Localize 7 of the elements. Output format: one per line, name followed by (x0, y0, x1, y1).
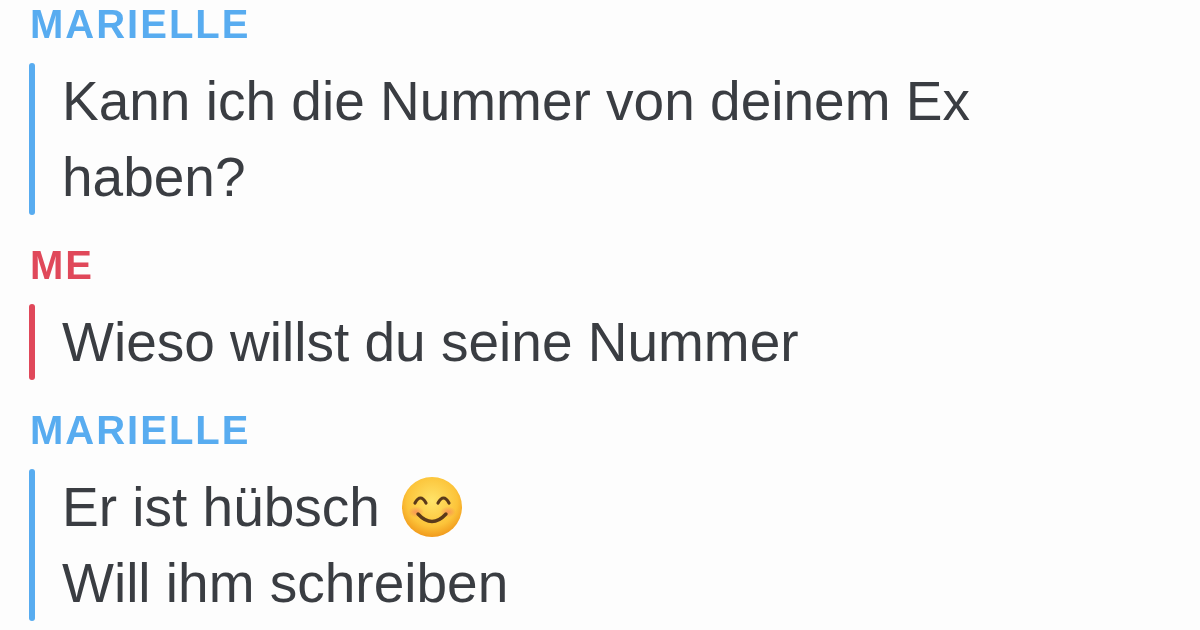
message-text: Wieso willst du seine Nummer (62, 310, 799, 375)
message-text: Er ist hübsch (62, 475, 380, 540)
sender-name: MARIELLE (29, 1, 251, 48)
sender-name: ME (29, 242, 94, 289)
message-text: Kann ich die Nummer von deinem Ex haben? (62, 69, 971, 210)
sender-name: MARIELLE (29, 407, 251, 454)
message-text: Will ihm schreiben (62, 551, 509, 616)
